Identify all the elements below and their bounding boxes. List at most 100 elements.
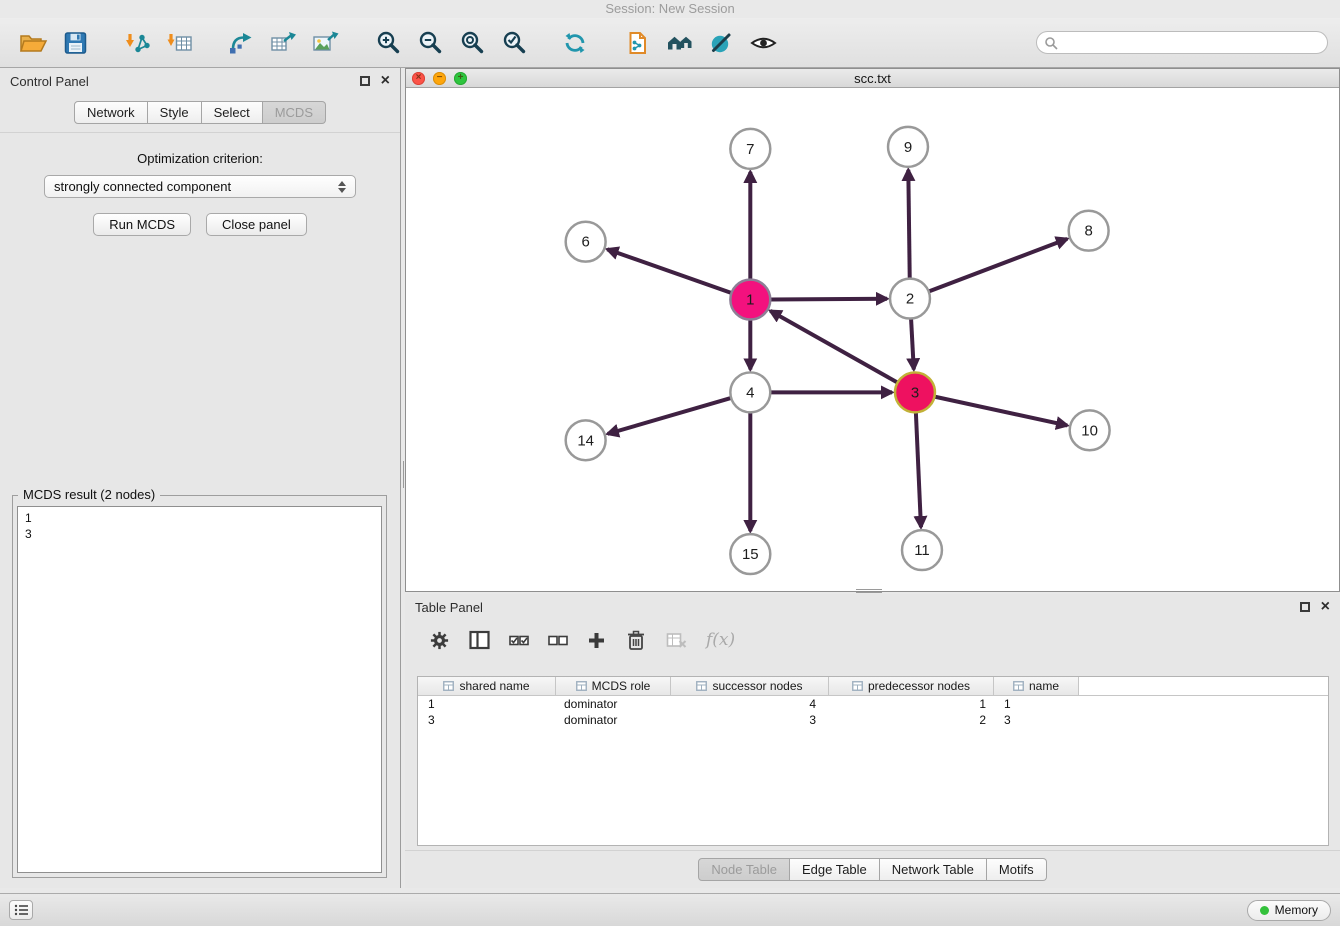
table-cell[interactable]: dominator [556, 696, 671, 712]
float-panel-icon[interactable] [360, 76, 370, 86]
table-cell[interactable]: 2 [829, 712, 994, 728]
table-panel-header: Table Panel × [405, 594, 1340, 620]
column-header-label: name [1029, 679, 1059, 693]
delete-table-icon [666, 630, 687, 650]
select-all-columns-button[interactable] [509, 633, 529, 648]
horizontal-splitter-handle[interactable] [856, 589, 882, 593]
table-cell[interactable]: 1 [829, 696, 994, 712]
column-header-successor-nodes[interactable]: successor nodes [671, 677, 829, 695]
zoom-in-button[interactable] [366, 22, 408, 64]
close-panel-icon[interactable]: × [381, 75, 390, 87]
details-button[interactable] [742, 22, 784, 64]
table-cell[interactable]: dominator [556, 712, 671, 728]
zoom-out-button[interactable] [408, 22, 450, 64]
tab-select[interactable]: Select [202, 101, 263, 124]
criterion-dropdown-value: strongly connected component [54, 179, 231, 194]
network-view-window: scc.txt × − + 7968124314101511 [405, 68, 1340, 592]
export-network-button[interactable] [220, 22, 262, 64]
column-type-icon [1013, 681, 1024, 691]
graph-edge[interactable] [916, 412, 921, 527]
graph-node-label: 8 [1084, 223, 1092, 240]
status-menu-button[interactable] [9, 900, 33, 920]
zoom-in-icon [375, 30, 400, 55]
graph-edge[interactable] [607, 249, 731, 293]
search-box [1036, 31, 1328, 54]
tab-node-table[interactable]: Node Table [698, 858, 790, 881]
table-cell[interactable]: 3 [418, 712, 556, 728]
save-session-button[interactable] [54, 22, 96, 64]
apply-style-button[interactable] [700, 22, 742, 64]
memory-status-icon [1260, 906, 1269, 915]
refresh-button[interactable] [554, 22, 596, 64]
export-image-button[interactable] [304, 22, 346, 64]
graph-edge[interactable] [608, 398, 731, 434]
search-input[interactable] [1063, 36, 1320, 50]
minimize-window-icon[interactable]: − [433, 72, 446, 85]
column-header-shared-name[interactable]: shared name [418, 677, 556, 695]
column-header-predecessor-nodes[interactable]: predecessor nodes [829, 677, 994, 695]
run-mcds-button[interactable]: Run MCDS [93, 213, 191, 236]
column-header-label: shared name [459, 679, 529, 693]
float-panel-icon[interactable] [1300, 602, 1310, 612]
graph-edge[interactable] [934, 397, 1067, 426]
unselect-all-columns-button[interactable] [548, 633, 568, 648]
close-window-icon[interactable]: × [412, 72, 425, 85]
memory-button-label: Memory [1275, 903, 1318, 917]
dropdown-stepper-icon [338, 181, 346, 193]
table-settings-button[interactable] [429, 630, 450, 651]
column-header-name[interactable]: name [994, 677, 1079, 695]
export-table-button[interactable] [262, 22, 304, 64]
close-panel-icon[interactable]: × [1321, 601, 1330, 613]
application-window: Session: New Session [0, 0, 1340, 926]
column-header-mcds-role[interactable]: MCDS role [556, 677, 671, 695]
graph-edge[interactable] [908, 170, 909, 279]
list-icon [14, 904, 29, 916]
tab-edge-table[interactable]: Edge Table [790, 858, 880, 881]
network-analyzer-button[interactable] [658, 22, 700, 64]
table-panel: Table Panel × [405, 594, 1340, 888]
column-type-icon [576, 681, 587, 691]
table-row[interactable]: 3dominator323 [418, 712, 1328, 728]
zoom-out-icon [417, 30, 442, 55]
graph-edge[interactable] [770, 311, 897, 383]
criterion-dropdown[interactable]: strongly connected component [44, 175, 356, 198]
table-row[interactable]: 1dominator411 [418, 696, 1328, 712]
share-document-button[interactable] [616, 22, 658, 64]
tab-network-table[interactable]: Network Table [880, 858, 987, 881]
table-cell[interactable]: 3 [994, 712, 1079, 728]
window-title: Session: New Session [0, 0, 1340, 18]
graph-node-label: 4 [746, 384, 754, 401]
vertical-splitter-handle[interactable] [400, 461, 404, 488]
tab-motifs[interactable]: Motifs [987, 858, 1047, 881]
open-session-button[interactable] [12, 22, 54, 64]
delete-columns-button[interactable] [625, 629, 647, 651]
tab-style[interactable]: Style [148, 101, 202, 124]
node-table-body: 1dominator4113dominator323 [418, 696, 1328, 728]
tab-mcds[interactable]: MCDS [263, 101, 326, 124]
network-canvas[interactable]: 7968124314101511 [406, 89, 1339, 591]
node-table-header: shared name MCDS role successor nodes pr… [418, 677, 1328, 696]
create-column-button[interactable] [587, 631, 606, 650]
table-cell[interactable]: 4 [671, 696, 829, 712]
zoom-fit-button[interactable] [450, 22, 492, 64]
graph-node-label: 7 [746, 141, 754, 158]
show-columns-button[interactable] [469, 630, 490, 650]
table-cell[interactable]: 1 [418, 696, 556, 712]
unselect-all-icon [548, 633, 568, 648]
gear-icon [429, 630, 450, 651]
export-image-icon [311, 30, 339, 56]
memory-button[interactable]: Memory [1247, 900, 1331, 921]
network-window-title: scc.txt [406, 71, 1339, 86]
import-table-button[interactable] [158, 22, 200, 64]
tab-network[interactable]: Network [74, 101, 148, 124]
table-cell[interactable]: 1 [994, 696, 1079, 712]
zoom-selected-button[interactable] [492, 22, 534, 64]
import-network-button[interactable] [116, 22, 158, 64]
table-cell[interactable]: 3 [671, 712, 829, 728]
graph-edge[interactable] [770, 299, 887, 300]
maximize-window-icon[interactable]: + [454, 72, 467, 85]
graph-edge[interactable] [929, 239, 1068, 292]
graph-edge[interactable] [911, 319, 914, 370]
mcds-buttons-row: Run MCDS Close panel [0, 213, 400, 236]
close-panel-button[interactable]: Close panel [206, 213, 307, 236]
